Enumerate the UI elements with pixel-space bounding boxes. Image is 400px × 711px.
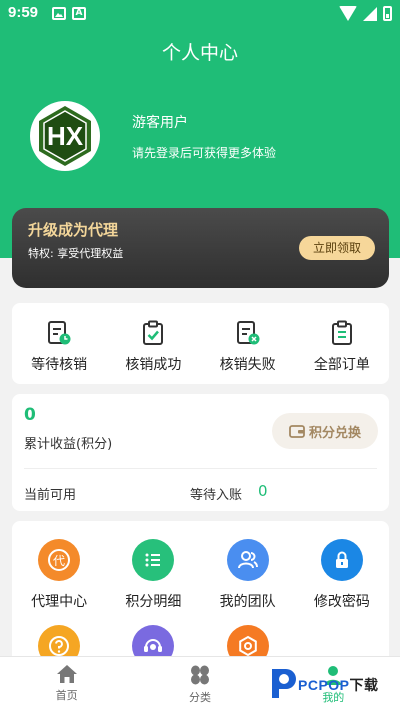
order-verified-label: 核销成功 — [125, 357, 182, 373]
order-all-label: 全部订单 — [313, 357, 370, 373]
category-icon — [190, 665, 209, 685]
orders-card: 等待核销 核销成功 核销失败 全部订单 — [12, 303, 389, 384]
agent-upgrade-subtitle: 特权: 享受代理权益 — [28, 247, 124, 260]
watermark-text-black: 下载 — [349, 677, 379, 693]
total-points-value: 0 — [24, 405, 36, 425]
clipboard-x-icon — [236, 321, 260, 345]
text-notification-icon: A — [72, 7, 86, 20]
pcpop-watermark: PCPOP下载 — [268, 664, 394, 704]
tool-change-password[interactable]: 修改密码 — [295, 539, 389, 611]
order-verify-failed[interactable]: 核销失败 — [201, 303, 295, 384]
list-icon — [132, 539, 175, 581]
watermark-text-blue: PCPOP — [298, 677, 350, 693]
pcpop-logo-icon — [272, 669, 296, 698]
order-all[interactable]: 全部订单 — [295, 303, 389, 384]
status-bar: 9:59 A — [0, 0, 400, 28]
points-card: 0 累计收益(积分) 积分兑换 当前可用 等待入账 0 — [12, 394, 389, 511]
tool-points-detail[interactable]: 积分明细 — [106, 539, 200, 611]
wifi-icon — [339, 6, 357, 21]
tab-home[interactable]: 首页 — [0, 657, 133, 711]
pending-value: 0 — [258, 482, 268, 500]
login-hint[interactable]: 请先登录后可获得更多体验 — [132, 144, 276, 161]
divider — [24, 468, 377, 469]
order-pending-verification-label: 等待核销 — [31, 357, 88, 373]
order-verify-failed-label: 核销失败 — [219, 357, 276, 373]
system-icons — [339, 6, 392, 21]
points-exchange-label: 积分兑换 — [308, 425, 361, 441]
tool-points-detail-label: 积分明细 — [125, 594, 182, 610]
tab-home-label: 首页 — [55, 689, 78, 702]
svg-text:代: 代 — [53, 554, 65, 568]
notification-icons: A — [52, 7, 86, 20]
clipboard-list-icon — [331, 320, 352, 345]
agent-upgrade-card[interactable]: 升级成为代理 特权: 享受代理权益 立即领取 — [12, 208, 389, 288]
tools-row-1: 代 代理中心 积分明细 我的团队 修改密码 — [12, 539, 389, 611]
clipboard-clock-icon — [48, 321, 71, 345]
wallet-icon — [289, 425, 305, 438]
svg-text:HX: HX — [47, 121, 84, 151]
home-icon — [56, 665, 77, 683]
order-verified[interactable]: 核销成功 — [106, 303, 200, 384]
avatar[interactable]: HX — [30, 101, 100, 171]
agent-icon: 代 — [38, 539, 81, 581]
tool-agent-center[interactable]: 代 代理中心 — [12, 539, 106, 611]
tool-agent-center-label: 代理中心 — [31, 594, 88, 610]
available-label: 当前可用 — [24, 488, 77, 503]
watermark-text: PCPOP下载 — [298, 675, 379, 695]
battery-icon — [383, 6, 392, 21]
total-points-label: 累计收益(积分) — [24, 437, 113, 452]
signal-icon — [363, 6, 377, 21]
page-title: 个人中心 — [161, 42, 238, 64]
clipboard-check-icon — [143, 320, 164, 345]
status-time: 9:59 — [8, 4, 39, 21]
username[interactable]: 游客用户 — [132, 112, 188, 132]
tab-category-label: 分类 — [188, 691, 211, 704]
tool-my-team[interactable]: 我的团队 — [201, 539, 295, 611]
points-exchange-button[interactable]: 积分兑换 — [272, 413, 378, 449]
pending-label: 等待入账 — [190, 488, 243, 503]
tool-change-password-label: 修改密码 — [313, 594, 370, 610]
agent-upgrade-title: 升级成为代理 — [28, 221, 119, 239]
team-icon — [226, 539, 269, 581]
lock-icon — [320, 539, 363, 581]
image-notification-icon — [52, 7, 66, 20]
order-pending-verification[interactable]: 等待核销 — [12, 303, 106, 384]
tab-category[interactable]: 分类 — [133, 657, 266, 711]
claim-now-button[interactable]: 立即领取 — [299, 236, 375, 260]
tool-my-team-label: 我的团队 — [219, 594, 276, 610]
tools-card: 代 代理中心 积分明细 我的团队 修改密码 — [12, 521, 389, 671]
hx-logo-icon: HX — [31, 102, 99, 170]
